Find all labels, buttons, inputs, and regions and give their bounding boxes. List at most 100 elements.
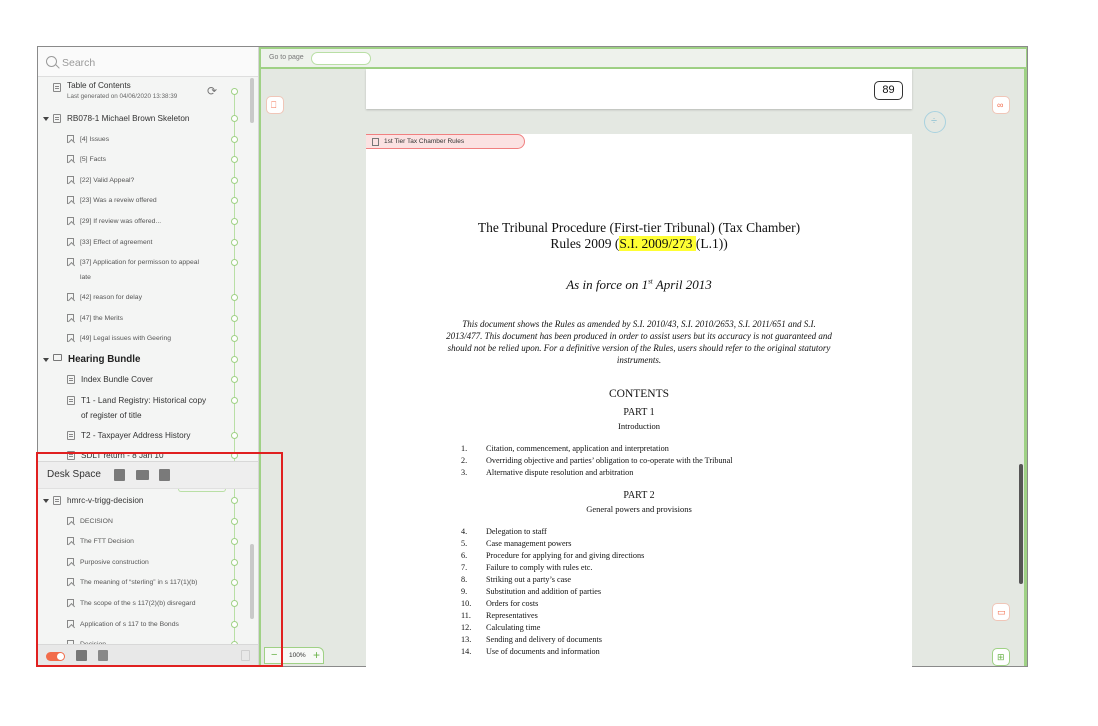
timeline-node	[231, 431, 238, 439]
contents-entry[interactable]: 1. Citation, commencement, application an…	[461, 443, 669, 455]
export-icon[interactable]	[98, 650, 108, 661]
item-label: DECISION	[80, 517, 113, 525]
zoom-in-button[interactable]: +	[313, 648, 320, 662]
chevron-down-icon[interactable]	[43, 499, 49, 503]
trash-icon[interactable]	[241, 650, 250, 661]
contents-entry[interactable]: 2. Overriding objective and parties’ obli…	[461, 455, 733, 467]
document-item[interactable]: hmrc-v-trigg-decision	[43, 493, 253, 508]
desk-space-tab-edge	[178, 489, 226, 492]
bookmark-icon: ⎕	[271, 100, 277, 110]
timeline-node	[231, 238, 238, 246]
folder-item[interactable]: Hearing Bundle	[43, 352, 253, 367]
document-icon	[53, 83, 61, 92]
contents-entry[interactable]: 8. Striking out a party’s case	[461, 574, 571, 586]
desk-space-title: Desk Space	[47, 469, 101, 480]
part1-heading: PART 1	[623, 407, 655, 418]
part1-subheading: Introduction	[617, 421, 661, 431]
item-label: [4] Issues	[80, 135, 110, 143]
item-label: [49] Legal issues with Geering	[80, 335, 172, 343]
document-view-icon[interactable]	[159, 469, 170, 481]
search-bar	[38, 47, 258, 77]
previous-page: 89	[366, 69, 912, 109]
contents-entry[interactable]: 6. Procedure for applying for and giving …	[461, 550, 644, 562]
toggle-switch[interactable]	[46, 652, 65, 661]
bookmark-button[interactable]: ⎕	[266, 96, 284, 114]
toc-item[interactable]: Table of Contents Last generated on 04/0…	[53, 80, 253, 101]
viewer-bottom-bar: − 100% +	[261, 646, 1026, 666]
print-icon[interactable]	[76, 650, 87, 661]
intro-paragraph: This document shows the Rules as amended…	[446, 319, 832, 365]
item-label: RB078-1 Michael Brown Skeleton	[67, 114, 190, 123]
bookmark-icon	[67, 293, 74, 302]
highlighted-citation[interactable]: S.I. 2009/273	[619, 236, 696, 251]
contents-heading: CONTENTS	[608, 388, 670, 400]
timeline-node	[231, 314, 238, 322]
goto-page-input[interactable]	[311, 52, 371, 65]
timeline-node	[231, 356, 238, 363]
item-label: [5] Facts	[80, 156, 107, 164]
chevron-down-icon[interactable]	[43, 117, 49, 121]
timeline-node	[231, 115, 238, 122]
bookmark-icon	[67, 516, 74, 525]
sidebar-toolbar	[38, 644, 258, 666]
folder-icon[interactable]	[136, 470, 149, 480]
timeline-node	[231, 497, 238, 504]
contents-entry[interactable]: 4. Delegation to staff	[461, 526, 547, 538]
chevron-down-icon[interactable]	[43, 358, 49, 362]
document-item[interactable]: RB078-1 Michael Brown Skeleton	[43, 111, 253, 126]
item-label: [33] Effect of agreement	[80, 238, 153, 246]
contents-entry[interactable]: 10. Orders for costs	[461, 598, 538, 610]
bookmark-item[interactable]: [37] Application for permisson to appeal…	[67, 255, 258, 285]
document-tag[interactable]: 1st Tier Tax Chamber Rules	[366, 134, 525, 149]
contents-entry[interactable]: 5. Case management powers	[461, 538, 572, 550]
split-view-button[interactable]: ÷	[924, 111, 946, 133]
bookmark-icon	[67, 334, 74, 343]
contents-entry[interactable]: 9. Substitution and addition of parties	[461, 586, 601, 598]
document-item[interactable]: T1 - Land Registry: Historical copy of re…	[67, 393, 258, 423]
timeline-node	[231, 396, 238, 404]
document-icon	[67, 375, 75, 384]
document-viewer: Go to page ⎕ ∞ ▭ ⊞ ÷ 89 1st Tier Tax Cha…	[259, 47, 1027, 668]
page-title-line2: Rules 2009 (S.I. 2009/273 (L.1))	[550, 236, 728, 251]
list-view-icon[interactable]	[114, 469, 125, 481]
refresh-icon[interactable]: ⟳	[207, 84, 217, 98]
link-button[interactable]: ∞	[992, 96, 1010, 114]
item-label: T1 - Land Registry: Historical copy of re…	[81, 395, 207, 420]
item-label: Index Bundle Cover	[81, 375, 153, 384]
contents-entry[interactable]: 12. Calculating time	[461, 622, 540, 634]
folder-icon	[53, 354, 62, 361]
item-label: [23] Was a reveiw offered	[80, 197, 157, 205]
timeline-node	[231, 135, 238, 143]
zoom-control: − 100% +	[264, 647, 324, 664]
sidebar: Table of Contents Last generated on 04/0…	[38, 47, 259, 666]
bookmark-icon	[67, 537, 74, 546]
toc-generated: Last generated on 04/06/2020 13:38:39	[67, 93, 178, 100]
timeline-node	[231, 517, 238, 525]
bookmark-icon	[67, 578, 74, 587]
document-icon	[53, 496, 61, 505]
item-label: [47] the Merits	[80, 314, 124, 322]
contents-entry[interactable]: 7. Failure to comply with rules etc.	[461, 562, 592, 574]
bookmark-icon	[67, 134, 74, 143]
zoom-out-button[interactable]: −	[271, 649, 277, 661]
bookmark-icon	[67, 313, 74, 322]
item-label: The FTT Decision	[80, 538, 134, 546]
part2-heading: PART 2	[623, 490, 655, 501]
item-label: [37] Application for permisson to appeal…	[80, 259, 200, 282]
contents-entry[interactable]: 3. Alternative dispute resolution and arb…	[461, 467, 633, 479]
timeline-node	[231, 376, 238, 383]
current-page: 1st Tier Tax Chamber Rules The Tribunal …	[366, 134, 912, 668]
search-input[interactable]	[62, 54, 242, 71]
contents-entry[interactable]: 11. Representatives	[461, 610, 538, 622]
viewer-scrollbar[interactable]	[1019, 464, 1023, 584]
page-title-line1: The Tribunal Procedure (First-tier Tribu…	[477, 220, 801, 235]
contents-entry[interactable]: 13. Sending and delivery of documents	[461, 634, 602, 646]
bookmark-icon	[67, 155, 74, 164]
item-label: The scope of the s 117(2)(b) disregard	[80, 600, 196, 607]
in-force-date: As in force on 1st April 2013	[566, 277, 712, 292]
comment-button[interactable]: ▭	[992, 603, 1010, 621]
document-icon	[67, 451, 75, 461]
bookmark-icon	[67, 175, 74, 184]
bookmark-icon	[67, 258, 74, 267]
document-icon	[67, 430, 75, 440]
